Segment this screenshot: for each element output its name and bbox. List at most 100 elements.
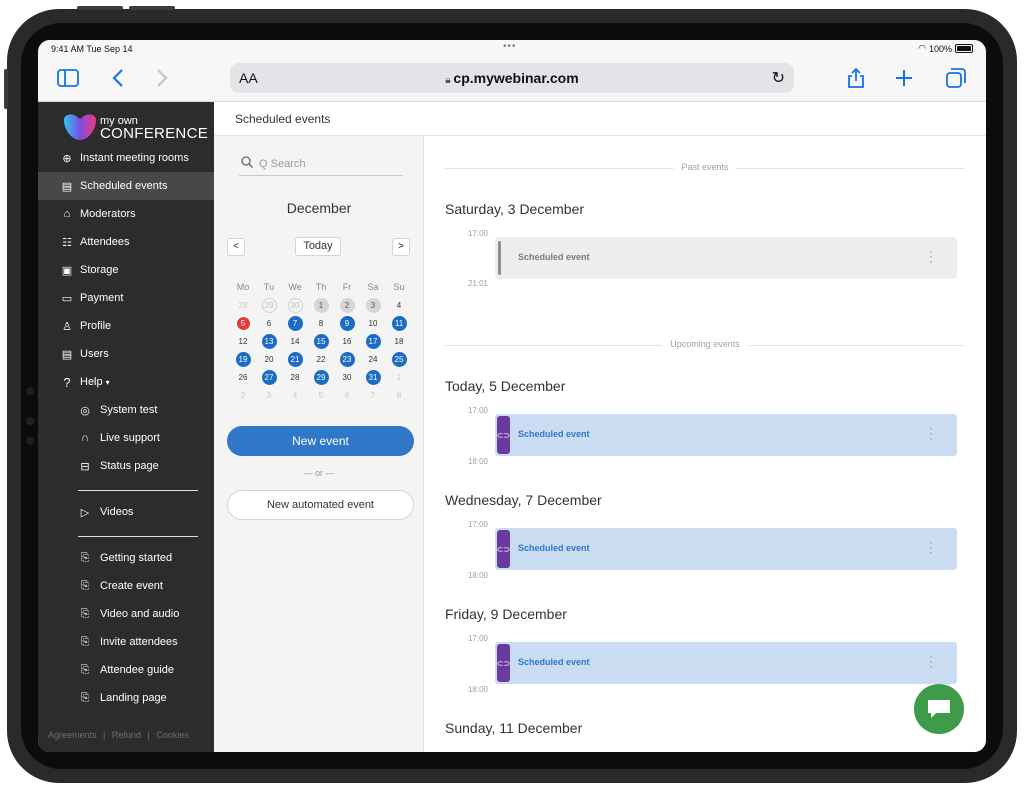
more-icon[interactable]: · · · (929, 245, 933, 267)
sidebar-item-instant-meeting-rooms[interactable]: ⊕ Instant meeting rooms (38, 144, 214, 172)
calendar-day[interactable]: 1 (386, 368, 412, 386)
calendar-day[interactable]: 3 (360, 296, 386, 314)
sidebar-item-status-page[interactable]: ⊟ Status page (38, 452, 214, 480)
sidebar-item-profile[interactable]: ♙ Profile (38, 312, 214, 340)
sidebar-item-create-event[interactable]: ⎘ Create event (38, 572, 214, 600)
calendar-panel: Q Search December < Today > Mo Tu We Th Fr Sa… (214, 136, 424, 752)
calendar-week: 26 27 28 29 30 31 1 (230, 368, 412, 386)
calendar-day[interactable]: 28 (230, 296, 256, 314)
address-bar[interactable]: AA 🔒︎ cp.mywebinar.com ↻ (230, 63, 794, 93)
sidebar-item-system-test[interactable]: ◎ System test (38, 396, 214, 424)
event-card[interactable]: ⊂⊃ Scheduled event · · · (495, 414, 957, 456)
sidebar-item-invite-attendees[interactable]: ⎘ Invite attendees (38, 628, 214, 656)
calendar-day[interactable]: 6 (334, 386, 360, 404)
calendar-day[interactable]: 11 (386, 314, 412, 332)
calendar-day[interactable]: 8 (308, 314, 334, 332)
calendar-day[interactable]: 18 (386, 332, 412, 350)
calendar-day[interactable]: 20 (256, 350, 282, 368)
calendar-day[interactable]: 7 (282, 314, 308, 332)
calendar-day[interactable]: 23 (334, 350, 360, 368)
calendar-day[interactable]: 14 (282, 332, 308, 350)
calendar-day[interactable]: 28 (282, 368, 308, 386)
sidebar-item-landing-page[interactable]: ⎘ Landing page (38, 684, 214, 712)
logo[interactable]: my own CONFERENCE (62, 112, 208, 142)
footer-link-agreements[interactable]: Agreements (48, 730, 97, 740)
calendar-day[interactable]: 22 (308, 350, 334, 368)
sidebar-item-users[interactable]: ▤ Users (38, 340, 214, 368)
calendar-day[interactable]: 6 (256, 314, 282, 332)
next-month-button[interactable]: > (392, 238, 410, 256)
calendar-day[interactable]: 5 (308, 386, 334, 404)
sidebar-item-moderators[interactable]: ⌂ Moderators (38, 200, 214, 228)
new-tab-icon[interactable] (892, 66, 916, 90)
new-automated-event-button[interactable]: New automated event (227, 490, 414, 520)
new-event-button[interactable]: New event (227, 426, 414, 456)
calendar-day[interactable]: 25 (386, 350, 412, 368)
calendar-day[interactable]: 10 (360, 314, 386, 332)
share-icon[interactable] (844, 66, 868, 90)
calendar-day[interactable]: 2 (334, 296, 360, 314)
calendar-day[interactable]: 15 (308, 332, 334, 350)
today-button[interactable]: Today (295, 237, 341, 256)
tabs-icon[interactable] (944, 66, 968, 90)
calendar-day[interactable]: 29 (256, 296, 282, 314)
doc-icon: ⎘ (80, 607, 90, 620)
sidebar-item-payment[interactable]: ▭ Payment (38, 284, 214, 312)
event-card-past[interactable]: Scheduled event · · · (495, 237, 957, 279)
calendar-day[interactable]: 4 (386, 296, 412, 314)
calendar-day[interactable]: 19 (230, 350, 256, 368)
calendar-day[interactable]: 27 (256, 368, 282, 386)
search-input[interactable]: Q Search (239, 152, 403, 176)
prev-month-button[interactable]: < (227, 238, 245, 256)
sidebar-item-attendees[interactable]: ☷ Attendees (38, 228, 214, 256)
reload-icon[interactable]: ↻ (772, 68, 785, 88)
footer-link-cookies[interactable]: Cookies (156, 730, 189, 740)
calendar-day[interactable]: 31 (360, 368, 386, 386)
calendar-day[interactable]: 5 (230, 314, 256, 332)
calendar-day[interactable]: 29 (308, 368, 334, 386)
status-time: 9:41 AM Tue Sep 14 (51, 44, 133, 54)
calendar-day[interactable]: 4 (282, 386, 308, 404)
sidebar-item-storage[interactable]: ▣ Storage (38, 256, 214, 284)
more-icon[interactable]: · · · (929, 650, 933, 672)
sidebar-item-video-and-audio[interactable]: ⎘ Video and audio (38, 600, 214, 628)
calendar-day[interactable]: 13 (256, 332, 282, 350)
calendar-day[interactable]: 30 (334, 368, 360, 386)
sidebar-toggle-icon[interactable] (56, 66, 80, 90)
calendar-day[interactable]: 12 (230, 332, 256, 350)
card-icon: ▭ (61, 292, 73, 305)
sidebar-item-help[interactable]: ? Help ▾ (38, 368, 214, 396)
calendar-day[interactable]: 1 (308, 296, 334, 314)
sidebar-item-videos[interactable]: ▷ Videos (38, 498, 214, 526)
footer-sep: | (103, 730, 106, 740)
calendar-day[interactable]: 8 (386, 386, 412, 404)
calendar-day[interactable]: 17 (360, 332, 386, 350)
sidebar-item-live-support[interactable]: ∩ Live support (38, 424, 214, 452)
event-card[interactable]: ⊂⊃ Scheduled event · · · (495, 528, 957, 570)
calendar-day[interactable]: 26 (230, 368, 256, 386)
back-icon[interactable] (106, 66, 130, 90)
url-text: 🔒︎ cp.mywebinar.com (230, 70, 794, 86)
weekday-label: Th (315, 282, 327, 292)
calendar-day[interactable]: 3 (256, 386, 282, 404)
sidebar-item-getting-started[interactable]: ⎘ Getting started (38, 544, 214, 572)
calendar-day[interactable]: 16 (334, 332, 360, 350)
calendar-day[interactable]: 24 (360, 350, 386, 368)
footer-link-refund[interactable]: Refund (112, 730, 141, 740)
calendar-day-number: 8 (396, 390, 402, 400)
more-icon[interactable]: · · · (929, 422, 933, 444)
sidebar-item-attendee-guide[interactable]: ⎘ Attendee guide (38, 656, 214, 684)
multitask-dots[interactable]: ••• (503, 41, 517, 52)
calendar-day[interactable]: 7 (360, 386, 386, 404)
sidebar-item-scheduled-events[interactable]: ▤ Scheduled events (38, 172, 214, 200)
calendar-day[interactable]: 9 (334, 314, 360, 332)
more-icon[interactable]: · · · (929, 536, 933, 558)
sidebar-item-label: Instant meeting rooms (80, 152, 189, 164)
forward-icon[interactable] (150, 66, 174, 90)
chat-button[interactable] (914, 684, 964, 734)
calendar-day-number: 1 (396, 372, 402, 382)
event-card[interactable]: ⊂⊃ Scheduled event · · · (495, 642, 957, 684)
calendar-day[interactable]: 30 (282, 296, 308, 314)
calendar-day[interactable]: 2 (230, 386, 256, 404)
calendar-day[interactable]: 21 (282, 350, 308, 368)
